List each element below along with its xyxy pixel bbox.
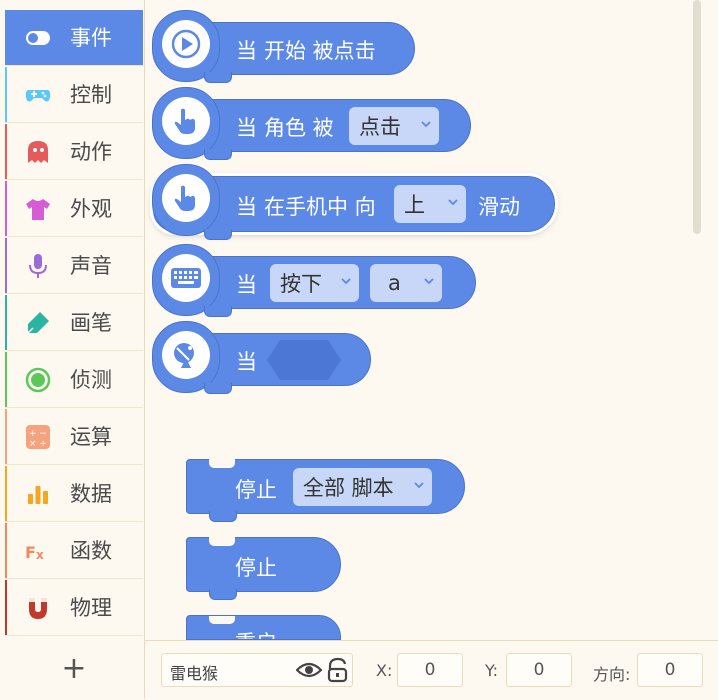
category-looks[interactable]: 外观 [5,181,143,237]
sprite-name: 雷电猴 [170,664,219,683]
unlock-icon[interactable] [326,657,350,683]
block-text-suffix: 滑动 [478,195,520,219]
pointer-hand-icon [174,108,195,134]
block-text-when: 当 [236,195,257,219]
boolean-slot[interactable] [266,339,342,381]
category-motion[interactable]: 动作 [5,124,143,180]
svg-text:+ −: + − [29,429,47,439]
ghost-icon [28,141,48,163]
category-label: 控制 [70,83,112,107]
category-functions[interactable]: Fx 函数 [5,523,143,579]
category-control[interactable]: 控制 [5,67,143,123]
chevron-down-icon [414,482,424,489]
category-pen[interactable]: 画笔 [5,295,143,351]
svg-text:x: x [36,548,44,562]
shirt-icon [26,199,50,220]
radar-icon [25,367,51,393]
key-action-dropdown[interactable]: 按下 [270,264,359,302]
dropdown-value: 按下 [280,272,322,296]
chevron-down-icon [424,278,434,285]
when-swipe-block[interactable]: 当 在手机中 向 上 滑动 [152,164,555,240]
category-sound[interactable]: 声音 [5,238,143,294]
category-label: 动作 [70,140,112,164]
toggle-icon [26,31,50,45]
add-extension-button[interactable]: + [5,640,143,696]
restart-block[interactable]: 重启 [186,615,341,640]
category-label: 数据 [70,482,112,506]
category-physics[interactable]: 物理 [5,580,143,636]
y-label: Y: [485,661,499,680]
bar-chart-icon [28,486,48,504]
chevron-down-icon [341,278,351,285]
block-text-when: 当 [236,116,257,140]
category-sensing[interactable]: 侦测 [5,352,143,408]
x-input[interactable]: 0 [397,653,463,687]
category-label: 画笔 [70,311,112,335]
pen-icon [27,312,49,334]
category-sidebar: 事件 控制 动作 外观 声音 画笔 侦测 + − × ÷ 运算 数据 F x 函… [0,0,145,699]
direction-dropdown[interactable]: 上 [394,185,466,223]
gamepad-icon [25,90,51,102]
direction-input[interactable]: 0 [637,653,703,687]
category-label: 事件 [70,26,112,50]
key-dropdown[interactable]: a [370,264,442,302]
keyboard-icon [171,268,201,288]
category-label: 声音 [70,254,112,278]
block-text: 在手机中 向 [264,195,376,219]
direction-label: 方向: [593,665,631,684]
dropdown-value: 上 [404,193,425,217]
category-events[interactable]: 事件 [5,10,143,66]
sprite-status-bar: 雷电猴 X: 0 Y: 0 方向: 0 [145,640,718,700]
svg-text:F: F [25,543,36,562]
block-text: 停止 [235,478,277,502]
block-text: 角色 被 [264,116,334,140]
when-key-block[interactable]: 当 按下 a [152,244,476,317]
block-text-when: 当 [236,39,257,63]
calculator-icon: + −× ÷ [26,425,50,449]
event-dropdown[interactable]: 点击 [349,107,439,145]
stop-target-dropdown[interactable]: 全部 脚本 [293,468,432,506]
y-input[interactable]: 0 [506,653,572,687]
block-text-when: 当 [236,273,257,297]
block-text: 重启 [235,627,277,639]
stop-scripts-block[interactable]: 停止 全部 脚本 [186,459,465,522]
chevron-down-icon [421,121,431,128]
category-label: 外观 [70,197,112,221]
dropdown-value: 点击 [359,115,401,139]
svg-text:× ÷: × ÷ [29,439,47,449]
category-label: 运算 [70,425,112,449]
stop-block[interactable]: 停止 [186,537,341,600]
palette-scrollbar[interactable] [693,0,701,234]
satellite-dish-icon [174,343,194,368]
block-text: 开始 被点击 [264,39,376,63]
play-icon [171,29,201,59]
when-sprite-clicked-block[interactable]: 当 角色 被 点击 [152,87,471,160]
dropdown-value: a [388,271,401,295]
category-label: 侦测 [70,368,112,392]
eye-icon[interactable] [296,658,322,682]
sprite-name-field[interactable]: 雷电猴 [161,653,353,687]
category-label: 函数 [70,539,112,563]
function-icon: Fx [25,543,44,562]
magnet-icon [29,598,47,619]
category-label: 物理 [70,596,112,620]
pointer-hand-icon [174,185,195,211]
x-label: X: [376,661,393,680]
dropdown-value: 全部 脚本 [303,476,394,500]
when-condition-block[interactable]: 当 [152,321,371,394]
when-start-clicked-block[interactable]: 当 开始 被点击 [152,10,415,83]
category-data[interactable]: 数据 [5,466,143,522]
block-text-when: 当 [236,350,257,374]
category-operators[interactable]: + − × ÷ 运算 [5,409,143,465]
chevron-down-icon [448,199,458,206]
block-text: 停止 [235,556,277,580]
microphone-icon [29,254,47,278]
